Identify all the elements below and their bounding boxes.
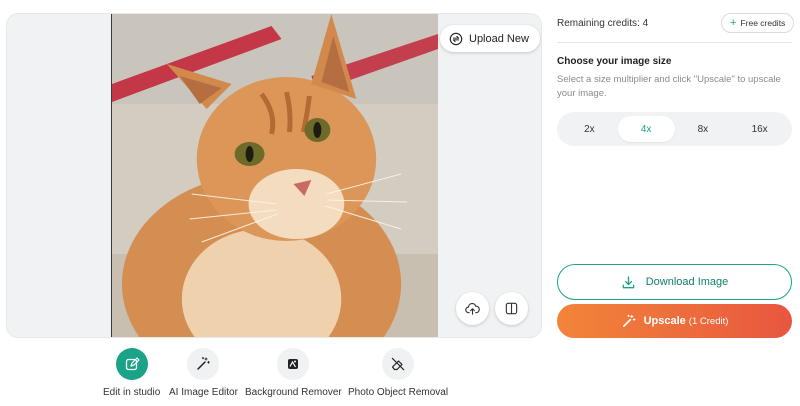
eraser-icon	[382, 348, 415, 380]
upscale-label: Upscale	[643, 315, 686, 327]
tool-label: Photo Object Removal	[348, 387, 449, 398]
upscale-credit-cost: (1 Credit)	[688, 316, 729, 327]
size-multiplier-selector: 2x 4x 8x 16x	[557, 112, 792, 146]
size-option-4x[interactable]: 4x	[617, 116, 675, 142]
upload-new-label: Upload New	[469, 32, 529, 45]
size-section-title: Choose your image size	[557, 56, 672, 67]
tool-label: Background Remover	[245, 387, 342, 398]
size-option-16x[interactable]: 16x	[731, 116, 788, 142]
free-credits-label: Free credits	[740, 18, 786, 28]
upload-swap-icon	[449, 32, 463, 46]
compare-split-icon	[505, 302, 518, 315]
background-remover-icon	[277, 348, 310, 380]
download-label: Download Image	[645, 276, 729, 288]
size-option-8x[interactable]: 8x	[675, 116, 732, 142]
cat-photo-illustration	[112, 14, 438, 337]
upload-new-button[interactable]: Upload New	[440, 25, 540, 52]
tool-label: AI Image Editor	[169, 387, 238, 398]
download-image-button[interactable]: Download Image	[557, 264, 792, 300]
divider	[557, 42, 792, 43]
plus-icon: +	[730, 16, 737, 29]
tool-ai-image-editor[interactable]: AI Image Editor	[169, 348, 238, 398]
cloud-upload-icon	[465, 303, 480, 315]
compare-button[interactable]	[495, 292, 528, 325]
size-option-2x[interactable]: 2x	[561, 116, 618, 142]
upscale-button[interactable]: Upscale (1 Credit)	[557, 304, 792, 338]
edit-studio-icon	[115, 348, 148, 380]
free-credits-button[interactable]: + Free credits	[721, 13, 795, 33]
tool-photo-object-removal[interactable]: Photo Object Removal	[348, 348, 448, 398]
image-preview-panel: Upload New	[6, 13, 542, 338]
tool-label: Edit in studio	[103, 387, 161, 398]
magic-wand-icon	[622, 314, 636, 327]
cloud-upload-button[interactable]	[456, 292, 489, 325]
size-section-description: Select a size multiplier and click "Upsc…	[557, 74, 781, 99]
magic-wand-icon	[187, 348, 220, 380]
cat-photo	[111, 14, 438, 337]
tool-background-remover[interactable]: Background Remover	[245, 348, 342, 398]
remaining-credits: Remaining credits: 4	[557, 18, 649, 29]
tool-edit-in-studio[interactable]: Edit in studio	[103, 348, 160, 398]
download-icon	[622, 275, 635, 288]
